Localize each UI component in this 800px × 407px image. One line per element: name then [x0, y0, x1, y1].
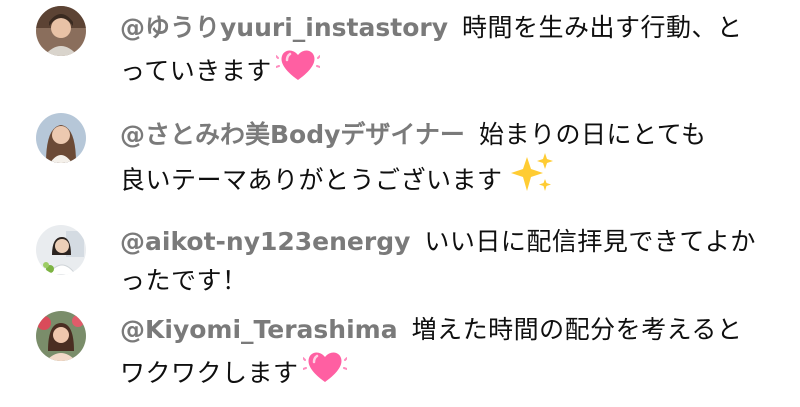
comment-body-line: ワクワクします — [120, 358, 299, 388]
comment-body-line: 時間を生み出す行動、と — [462, 13, 743, 42]
comment-body-line: いい日に配信拝見できてよか — [424, 227, 756, 256]
comment-author[interactable]: @Kiyomi_Terashima — [120, 315, 398, 344]
avatar[interactable] — [36, 225, 86, 275]
comment-body-line: ったです！ — [120, 266, 248, 295]
avatar[interactable] — [36, 311, 86, 361]
comment-text: @Kiyomi_Terashima 増えた時間の配分を考えると ワクワクします — [120, 310, 760, 388]
comment-body-line: っていきます — [120, 56, 272, 86]
heart-icon — [301, 346, 348, 397]
comment-text: @さとみわ美Bodyデザイナー 始まりの日にとても 良いテーマありがとうございます — [120, 115, 760, 195]
comment-body-line: 増えた時間の配分を考えると — [411, 315, 743, 344]
comment-body-line: 良いテーマありがとうございます — [120, 165, 503, 195]
comment-author[interactable]: @ゆうりyuuri_instastory — [120, 13, 448, 42]
comment-text: @aikot-ny123energy いい日に配信拝見できてよか ったです！ — [120, 222, 760, 300]
heart-icon — [274, 44, 321, 95]
comment-author[interactable]: @aikot-ny123energy — [120, 227, 410, 256]
sparkles-icon — [507, 151, 555, 206]
comment-text: @ゆうりyuuri_instastory 時間を生み出す行動、と っていきます — [120, 8, 760, 86]
avatar[interactable] — [36, 6, 86, 56]
comment-body-line: 始まりの日にとても — [478, 120, 707, 149]
avatar[interactable] — [36, 113, 86, 163]
comment-author[interactable]: @さとみわ美Bodyデザイナー — [120, 120, 465, 149]
